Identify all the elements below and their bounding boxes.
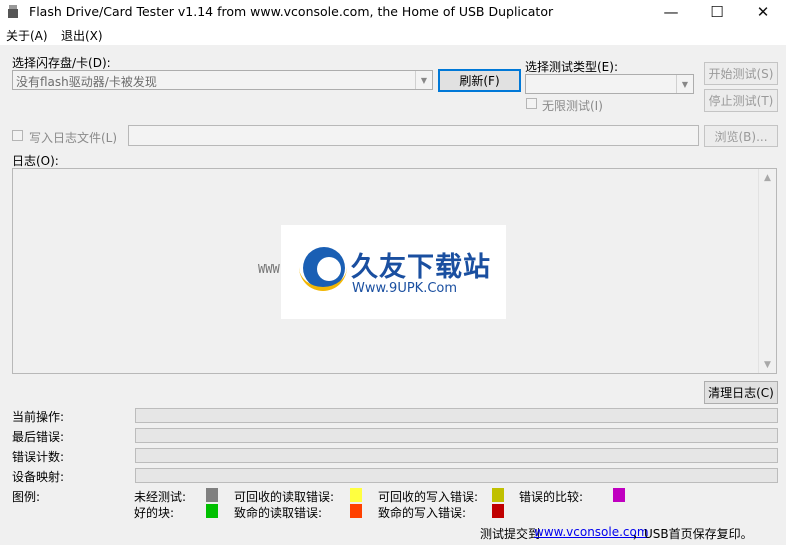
last-error-bar	[135, 428, 778, 443]
menu-bar	[0, 24, 786, 45]
menu-about[interactable]: 关于(A)	[6, 27, 48, 44]
chevron-down-icon: ▼	[415, 71, 432, 89]
test-type-select[interactable]: ▼	[525, 74, 694, 94]
window-title: Flash Drive/Card Tester v1.14 from www.v…	[29, 4, 554, 19]
device-map-label: 设备映射:	[12, 470, 65, 484]
legend-fatal-write-label: 致命的写入错误:	[378, 506, 467, 520]
drive-select-value: 没有flash驱动器/卡被发现	[16, 75, 157, 89]
infinite-test-label: 无限测试(I)	[542, 99, 603, 113]
legend-recoverable-read-label: 可回收的读取错误:	[234, 490, 335, 504]
minimize-button[interactable]: —	[648, 0, 694, 24]
legend-good-swatch	[206, 504, 218, 518]
legend-fatal-read-swatch	[350, 504, 362, 518]
current-op-label: 当前操作:	[12, 410, 65, 424]
write-log-checkbox[interactable]	[12, 130, 23, 141]
maximize-button[interactable]: ☐	[694, 0, 740, 24]
watermark-url-text: Www.9UPK.Com	[352, 281, 458, 296]
error-count-bar	[135, 448, 778, 463]
refresh-button[interactable]: 刷新(F)	[438, 69, 521, 92]
legend-recoverable-write-swatch	[492, 488, 504, 502]
legend-fatal-read-label: 致命的读取错误:	[234, 506, 323, 520]
legend-good-label: 好的块:	[134, 506, 175, 520]
chevron-down-icon[interactable]: ▼	[759, 356, 776, 373]
drive-label: 选择闪存盘/卡(D):	[12, 56, 111, 70]
drive-select[interactable]: 没有flash驱动器/卡被发现 ▼	[12, 70, 433, 90]
legend-recoverable-read-swatch	[350, 488, 362, 502]
watermark: 久友下载站 Www.9UPK.Com	[281, 225, 506, 319]
legend-untested-swatch	[206, 488, 218, 502]
device-map-bar	[135, 468, 778, 483]
menu-exit[interactable]: 退出(X)	[61, 27, 103, 44]
clear-log-button[interactable]: 清理日志(C)	[704, 381, 778, 404]
test-type-label: 选择测试类型(E):	[525, 60, 618, 74]
legend-label: 图例:	[12, 490, 41, 504]
footer-suffix-text: ，USB首页保存复印。	[632, 527, 753, 541]
legend-compare-error-swatch	[613, 488, 625, 502]
stop-test-button[interactable]: 停止测试(T)	[704, 89, 778, 112]
legend-fatal-write-swatch	[492, 504, 504, 518]
chevron-down-icon: ▼	[676, 75, 693, 93]
error-count-label: 错误计数:	[12, 450, 65, 464]
footer-submit-text: 测试提交到	[480, 527, 541, 541]
legend-recoverable-write-label: 可回收的写入错误:	[378, 490, 479, 504]
start-test-button[interactable]: 开始测试(S)	[704, 62, 778, 85]
infinite-test-checkbox[interactable]	[526, 98, 537, 109]
write-log-label: 写入日志文件(L)	[29, 131, 118, 145]
current-op-bar	[135, 408, 778, 423]
browse-button[interactable]: 浏览(B)...	[704, 125, 778, 147]
last-error-label: 最后错误:	[12, 430, 65, 444]
chevron-up-icon[interactable]: ▲	[759, 169, 776, 186]
log-label: 日志(O):	[12, 154, 59, 168]
close-button[interactable]: ✕	[740, 0, 786, 24]
legend-untested-label: 未经测试:	[134, 490, 187, 504]
usb-drive-icon	[8, 5, 18, 18]
watermark-ring-icon	[299, 265, 347, 291]
log-file-path-input[interactable]	[128, 125, 699, 146]
legend-compare-error-label: 错误的比较:	[519, 490, 584, 504]
watermark-cn-text: 久友下载站	[351, 252, 491, 283]
log-scrollbar[interactable]: ▲ ▼	[758, 169, 776, 373]
